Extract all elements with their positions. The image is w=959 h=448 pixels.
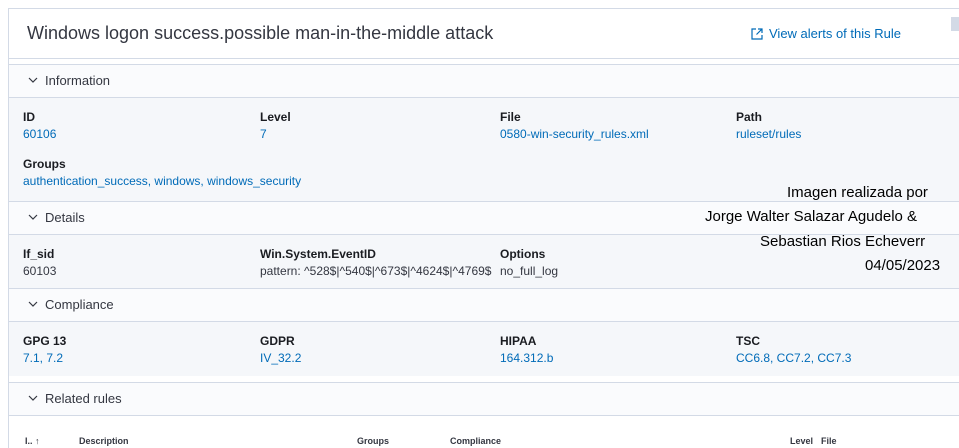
if-sid-field: If_sid 60103 [23,247,56,278]
column-groups[interactable]: Groups [357,436,389,446]
path-key: Path [736,110,763,124]
gpg13-key: GPG 13 [23,334,67,348]
event-id-field: Win.System.EventID pattern: ^528$|^540$|… [260,247,491,278]
information-section-header[interactable]: Information [9,64,959,98]
groups-key: Groups [23,157,66,171]
tsc-key: TSC [736,334,760,348]
related-rules-label: Related rules [45,391,122,406]
id-key: ID [23,110,35,124]
watermark-line-2: Jorge Walter Salazar Agudelo & [705,208,918,225]
file-value[interactable]: 0580-win-security_rules.xml [500,127,649,141]
rule-title: Windows logon success.possible man-in-th… [27,23,494,43]
watermark-line-3: Sebastian Rios Echeverr [760,233,926,250]
id-field: ID 60106 [23,110,56,141]
column-level[interactable]: Level [790,436,813,446]
groups-field: Groups authentication_success, windows, … [23,157,301,188]
gdpr-field: GDPR IV_32.2 [260,334,301,365]
details-label: Details [45,210,85,225]
path-value[interactable]: ruleset/rules [736,127,801,141]
if-sid-key: If_sid [23,247,55,261]
related-rules-section-header[interactable]: Related rules [9,382,959,416]
level-field: Level 7 [260,110,291,141]
chevron-down-icon [28,77,38,83]
external-link-icon [751,28,763,40]
scrollbar-edge[interactable] [951,17,959,31]
compliance-label: Compliance [45,297,114,312]
groups-value[interactable]: authentication_success, windows, windows… [23,174,301,188]
gdpr-key: GDPR [260,334,295,348]
gpg13-field: GPG 13 7.1, 7.2 [23,334,66,365]
compliance-section-header[interactable]: Compliance [9,288,959,322]
column-compliance[interactable]: Compliance [450,436,501,446]
level-value[interactable]: 7 [260,127,291,141]
compliance-body: GPG 13 7.1, 7.2 GDPR IV_32.2 HIPAA 164.3… [9,322,959,376]
information-label: Information [45,73,111,88]
column-id-sort[interactable]: I.. ↑ [25,436,40,446]
gpg13-value[interactable]: 7.1, 7.2 [23,351,66,365]
column-file[interactable]: File [821,436,837,446]
related-rules-table-header: I.. ↑ Description Groups Compliance Leve… [9,433,959,448]
watermark-line-4: 04/05/2023 [865,257,941,274]
rule-detail-panel: Windows logon success.possible man-in-th… [8,8,959,448]
tsc-field: TSC CC6.8, CC7.2, CC7.3 [736,334,851,365]
tsc-value[interactable]: CC6.8, CC7.2, CC7.3 [736,351,851,365]
event-id-key: Win.System.EventID [260,247,376,261]
file-field: File 0580-win-security_rules.xml [500,110,649,141]
gdpr-value[interactable]: IV_32.2 [260,351,301,365]
chevron-down-icon [28,214,38,220]
hipaa-value[interactable]: 164.312.b [500,351,553,365]
view-alerts-link[interactable]: View alerts of this Rule [751,26,901,41]
hipaa-field: HIPAA 164.312.b [500,334,553,365]
options-value: no_full_log [500,264,559,278]
level-key: Level [260,110,291,124]
options-key: Options [500,247,546,261]
file-key: File [500,110,521,124]
column-description[interactable]: Description [79,436,129,446]
event-id-value: pattern: ^528$|^540$|^673$|^4624$|^4769$ [260,264,492,278]
hipaa-key: HIPAA [500,334,537,348]
view-alerts-label: View alerts of this Rule [769,26,901,41]
path-field: Path ruleset/rules [736,110,801,141]
chevron-down-icon [28,395,38,401]
options-field: Options no_full_log [500,247,558,278]
if-sid-value: 60103 [23,264,57,278]
watermark-line-1: Imagen realizada por [787,184,928,201]
flyout-header: Windows logon success.possible man-in-th… [9,9,959,59]
chevron-down-icon [28,301,38,307]
id-value[interactable]: 60106 [23,127,56,141]
